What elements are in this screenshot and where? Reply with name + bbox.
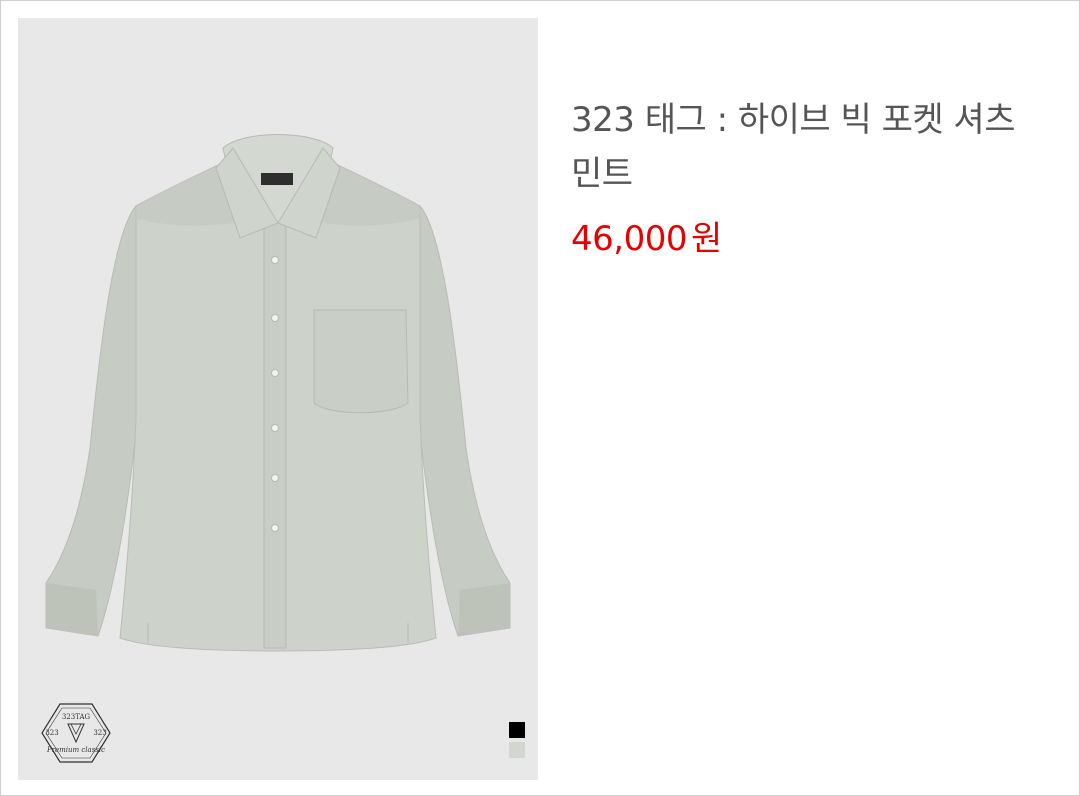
shirt-image [45, 134, 511, 652]
swatch-mint[interactable] [509, 742, 525, 758]
color-swatches [509, 722, 525, 758]
brand-badge-logo: 323TAG Premium classic 323 323 [41, 703, 111, 763]
product-image[interactable]: 323TAG Premium classic 323 323 [18, 18, 538, 780]
brand-badge-tagline: Premium classic [46, 746, 105, 754]
product-title[interactable]: 323 태그 : 하이브 빅 포켓 셔츠 민트 [571, 93, 1051, 201]
product-card[interactable]: 323TAG Premium classic 323 323 323 태그 : … [0, 0, 1080, 796]
price-row: 46,000 원 [571, 217, 1051, 261]
brand-badge-right-mark: 323 [93, 729, 106, 737]
brand-badge-left-mark: 323 [45, 729, 58, 737]
brand-badge-name: 323TAG [62, 713, 91, 721]
product-info: 323 태그 : 하이브 빅 포켓 셔츠 민트 46,000 원 [571, 93, 1051, 261]
swatch-black[interactable] [509, 722, 525, 738]
price-currency: 원 [690, 219, 723, 259]
product-price: 46,000 [571, 219, 687, 259]
